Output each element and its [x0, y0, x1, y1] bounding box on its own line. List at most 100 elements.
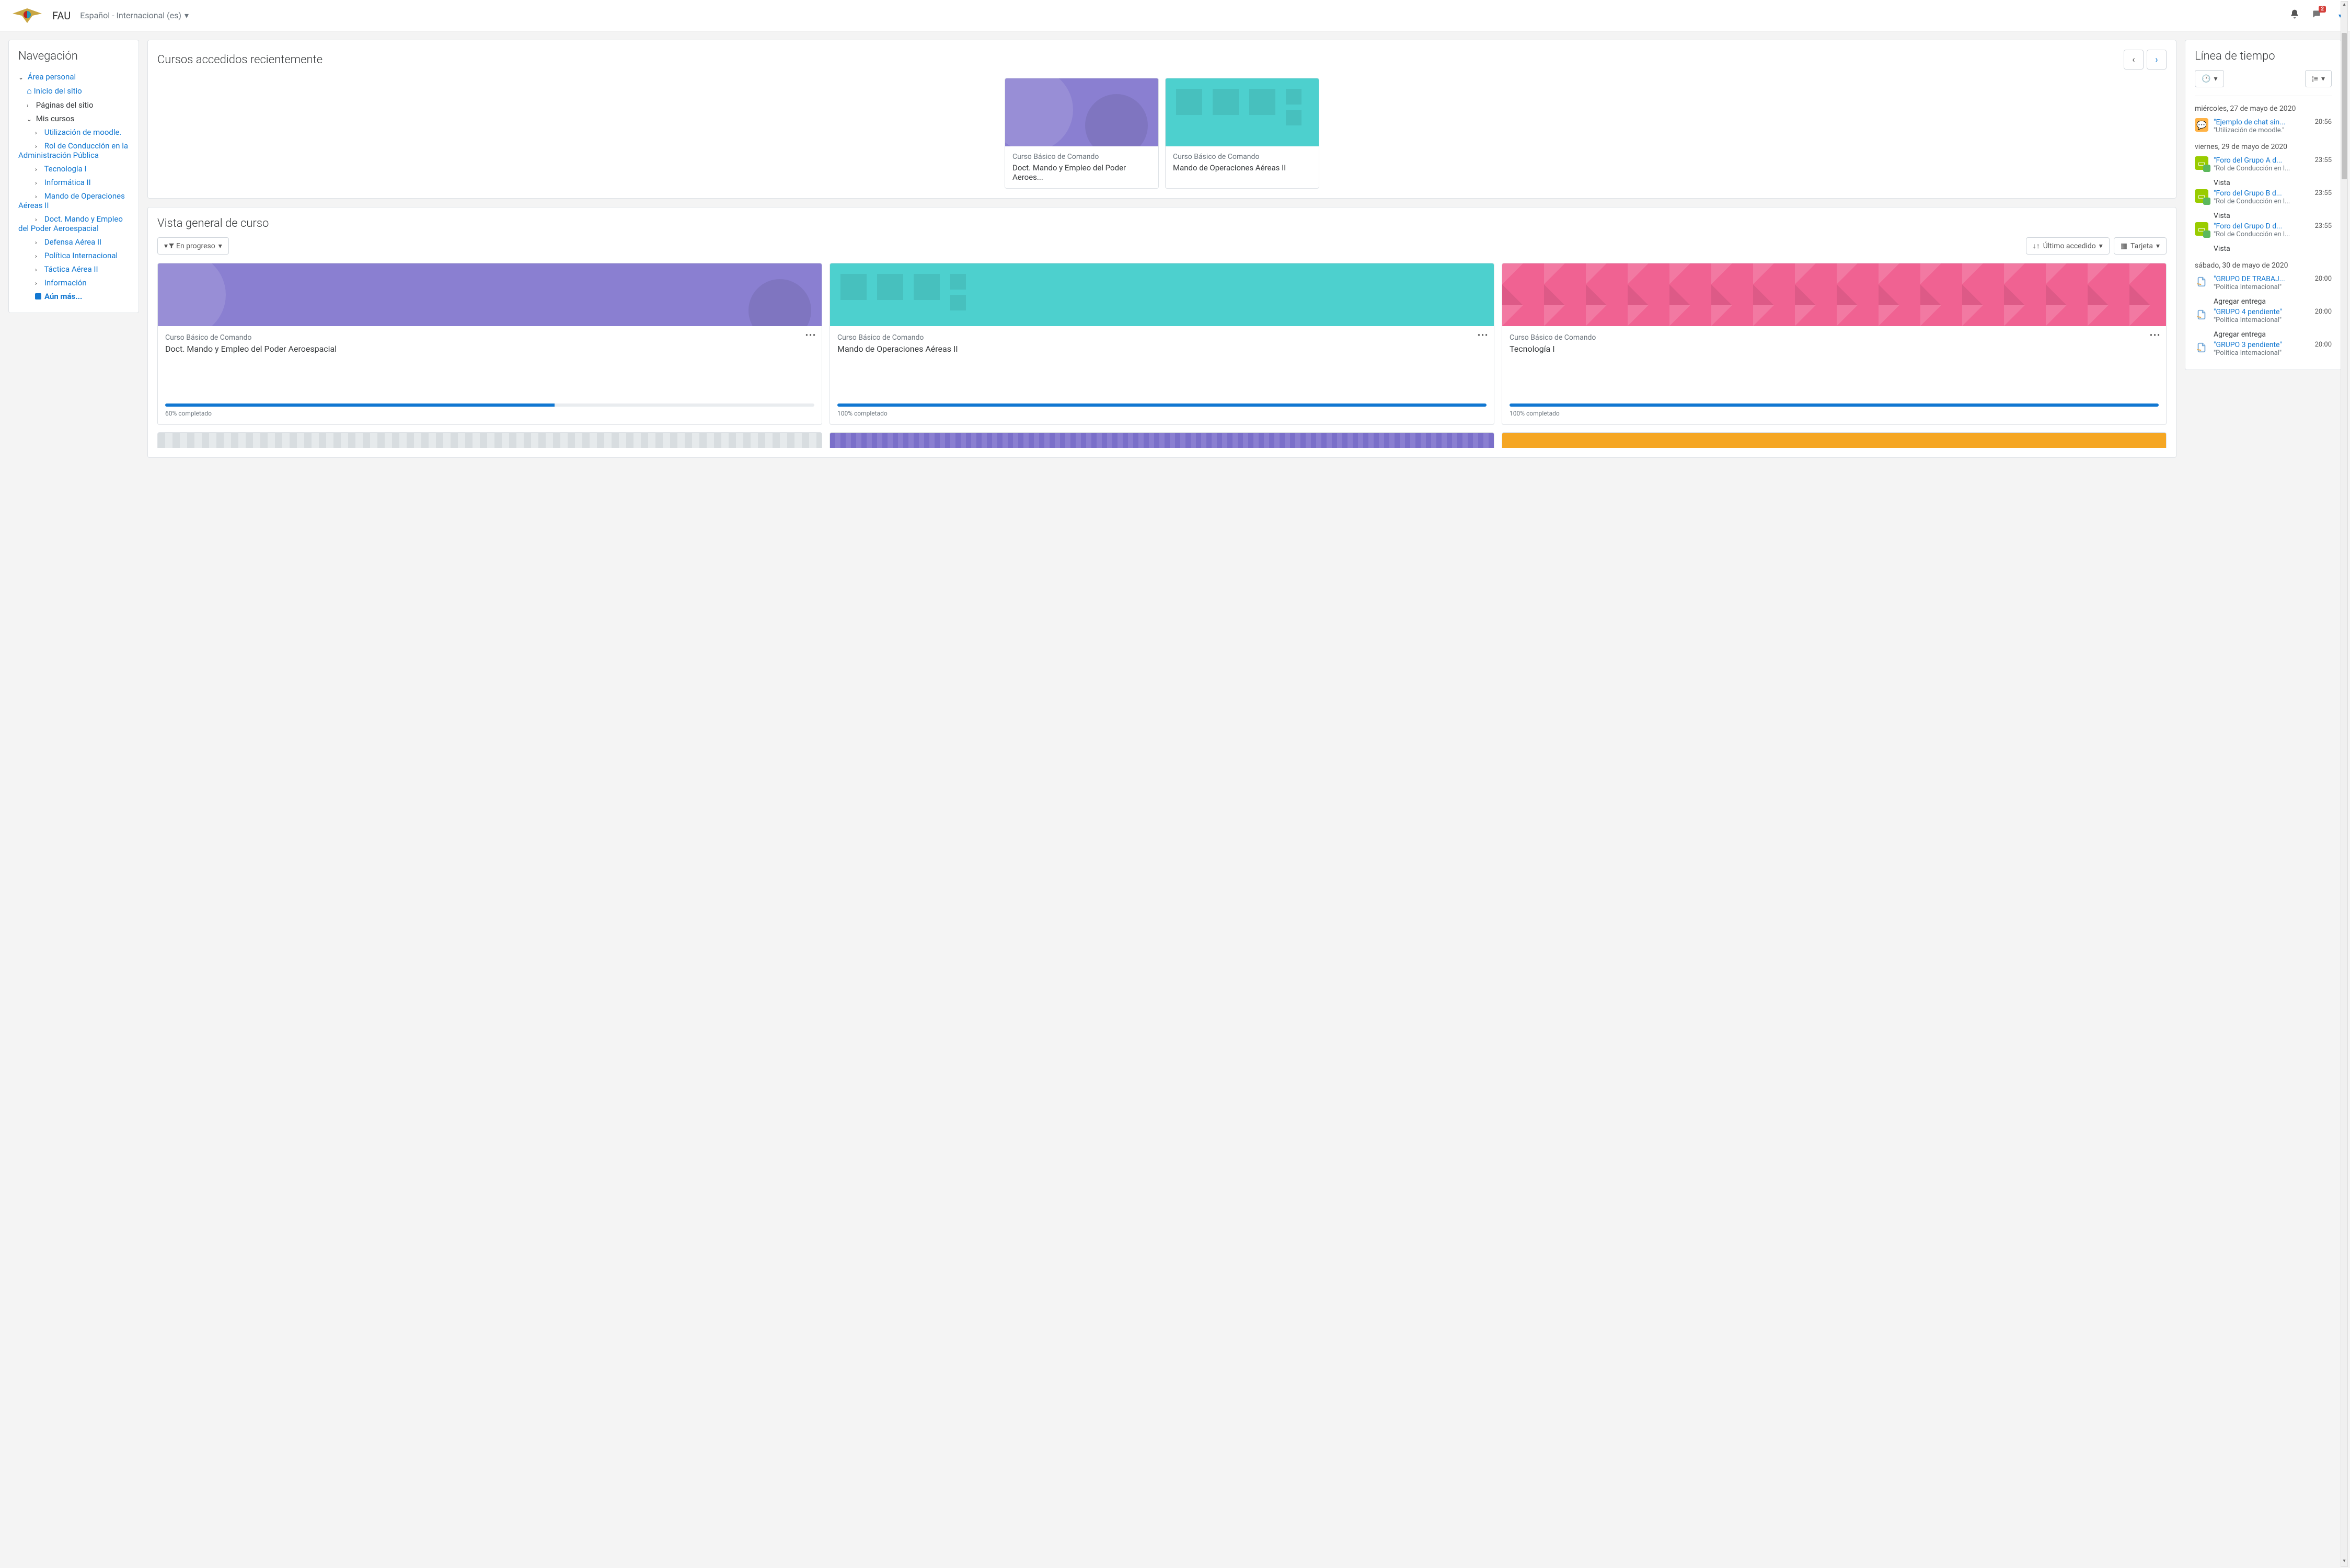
caret-icon[interactable]: [35, 266, 42, 273]
main-column: Cursos accedidos recientemente ‹ › Curso…: [147, 40, 2176, 458]
timeline-item[interactable]: "GRUPO 4 pendiente" "Política Internacio…: [2195, 307, 2332, 325]
timeline-link[interactable]: "GRUPO DE TRABAJ...: [2214, 275, 2310, 283]
nav-aun-mas[interactable]: Aún más...: [44, 292, 82, 301]
timeline-time: 20:00: [2315, 308, 2332, 324]
scroll-down-icon[interactable]: ▾: [2341, 1558, 2347, 1566]
progress-bar: [165, 403, 814, 407]
home-icon: [27, 86, 34, 96]
timeline-sort-filter[interactable]: ¦≡ ▾: [2305, 70, 2332, 87]
course-thumbnail: [158, 263, 822, 326]
caret-icon[interactable]: [35, 166, 42, 173]
overview-course-card[interactable]: ••• Curso Básico de Comando Tecnología I…: [1502, 263, 2167, 425]
nav-course-link[interactable]: Táctica Aérea II: [44, 264, 98, 274]
caret-icon[interactable]: [35, 216, 42, 223]
nav-course-link[interactable]: Mando de Operaciones Aéreas II: [18, 191, 125, 210]
nav-inicio[interactable]: Inicio del sitio: [34, 86, 82, 96]
scroll-up-icon[interactable]: ▴: [2341, 2, 2347, 10]
caret-icon[interactable]: [35, 129, 42, 136]
nav-course-link[interactable]: Información: [44, 278, 87, 287]
clock-icon: 🕐: [2202, 75, 2210, 83]
caret-icon[interactable]: [27, 116, 34, 123]
timeline-course: "Utilización de moodle.": [2214, 126, 2310, 134]
timeline-item[interactable]: "GRUPO 3 pendiente" "Política Internacio…: [2195, 340, 2332, 358]
timeline-item[interactable]: ▭ "Foro del Grupo B d... "Rol de Conducc…: [2195, 188, 2332, 206]
nav-paginas[interactable]: Páginas del sitio: [36, 100, 94, 110]
caret-icon[interactable]: [27, 102, 34, 109]
course-thumbnail: [1502, 263, 2166, 326]
course-category: Curso Básico de Comando: [165, 333, 814, 342]
timeline-action[interactable]: Vista: [2195, 209, 2332, 221]
overview-course-card[interactable]: ••• Curso Básico de Comando Mando de Ope…: [830, 263, 1494, 425]
overview-filter-dropdown[interactable]: ▾ En progreso ▾: [157, 237, 229, 255]
timeline-link[interactable]: "Foro del Grupo D d...: [2214, 222, 2310, 230]
timeline-link[interactable]: "GRUPO 3 pendiente": [2214, 341, 2310, 349]
timeline-action[interactable]: Agregar entrega: [2195, 327, 2332, 340]
course-title: Doct. Mando y Empleo del Poder Aeroes...: [1012, 163, 1151, 182]
course-more-icon[interactable]: •••: [805, 331, 816, 340]
timeline-link[interactable]: "GRUPO 4 pendiente": [2214, 308, 2310, 316]
chevron-down-icon: ▾: [185, 10, 189, 20]
forum-icon: ▭: [2195, 222, 2208, 236]
nav-course-link[interactable]: Tecnología I: [44, 164, 86, 174]
chevron-down-icon: ▾: [2099, 242, 2103, 250]
timeline-time: 20:00: [2315, 341, 2332, 357]
recent-course-card[interactable]: Curso Básico de Comando Doct. Mando y Em…: [1005, 78, 1159, 189]
course-more-icon[interactable]: •••: [2150, 331, 2161, 340]
timeline-course: "Política Internacional": [2214, 283, 2310, 291]
course-card-peek[interactable]: [1502, 432, 2167, 448]
timeline-item[interactable]: ▭ "Foro del Grupo A d... "Rol de Conducc…: [2195, 155, 2332, 174]
nav-course-link[interactable]: Defensa Aérea II: [44, 237, 101, 247]
caret-icon[interactable]: [35, 143, 42, 150]
assignment-icon: [2195, 341, 2208, 354]
timeline-link[interactable]: "Ejemplo de chat sin...: [2214, 118, 2310, 126]
sort-label: Último accedido: [2043, 242, 2096, 250]
nav-course-link[interactable]: Doct. Mando y Empleo del Poder Aeroespac…: [18, 214, 123, 233]
timeline-item[interactable]: "GRUPO DE TRABAJ... "Política Internacio…: [2195, 274, 2332, 292]
course-title: Doct. Mando y Empleo del Poder Aeroespac…: [165, 344, 814, 354]
recent-courses-block: Cursos accedidos recientemente ‹ › Curso…: [147, 40, 2176, 199]
timeline-course: "Política Internacional": [2214, 316, 2310, 324]
timeline-time: 20:00: [2315, 275, 2332, 291]
overview-sort-dropdown[interactable]: ↓↑ Último accedido ▾: [2026, 237, 2110, 255]
scroll-thumb[interactable]: [2342, 33, 2347, 179]
messages-icon[interactable]: 2: [2311, 9, 2322, 22]
nav-course-link[interactable]: Política Internacional: [44, 251, 118, 260]
language-selector[interactable]: Español - Internacional (es) ▾: [80, 10, 189, 20]
nav-course-link[interactable]: Informática II: [44, 178, 91, 187]
overview-view-dropdown[interactable]: ▦ Tarjeta ▾: [2114, 237, 2167, 255]
course-category: Curso Básico de Comando: [1012, 153, 1151, 161]
caret-icon[interactable]: [35, 239, 42, 246]
caret-icon[interactable]: [35, 280, 42, 287]
sort-icon: ↓↑: [2033, 241, 2040, 250]
chat-icon: 💬: [2195, 118, 2208, 132]
bell-icon[interactable]: [2289, 9, 2300, 22]
timeline-time-filter[interactable]: 🕐 ▾: [2195, 70, 2224, 87]
timeline-action[interactable]: Agregar entrega: [2195, 294, 2332, 307]
nav-area-personal[interactable]: Área personal: [28, 72, 76, 82]
recent-course-card[interactable]: Curso Básico de Comando Mando de Operaci…: [1165, 78, 1319, 189]
timeline-item[interactable]: 💬 "Ejemplo de chat sin... "Utilización d…: [2195, 117, 2332, 135]
caret-icon[interactable]: [18, 74, 26, 81]
course-card-peek[interactable]: [830, 432, 1494, 448]
timeline-item[interactable]: ▭ "Foro del Grupo D d... "Rol de Conducc…: [2195, 221, 2332, 239]
nav-course-link[interactable]: Utilización de moodle.: [44, 128, 122, 137]
course-thumbnail: [1005, 78, 1158, 146]
brand-area[interactable]: FAU: [8, 6, 71, 25]
course-more-icon[interactable]: •••: [1478, 331, 1489, 340]
timeline-action[interactable]: Vista: [2195, 241, 2332, 254]
recent-prev-button[interactable]: ‹: [2124, 50, 2144, 70]
overview-course-card[interactable]: ••• Curso Básico de Comando Doct. Mando …: [157, 263, 822, 425]
scrollbar[interactable]: ▴ ▾: [2341, 1, 2348, 1567]
navigation-block: Navegación Área personalInicio del sitio…: [8, 40, 139, 313]
brand-text[interactable]: FAU: [52, 9, 71, 22]
timeline-date: sábado, 30 de mayo de 2020: [2195, 261, 2332, 270]
caret-icon[interactable]: [35, 193, 42, 200]
caret-icon[interactable]: [35, 252, 42, 260]
timeline-link[interactable]: "Foro del Grupo B d...: [2214, 189, 2310, 198]
nav-mis-cursos[interactable]: Mis cursos: [36, 114, 74, 123]
timeline-link[interactable]: "Foro del Grupo A d...: [2214, 156, 2310, 165]
caret-icon[interactable]: [35, 179, 42, 187]
timeline-action[interactable]: Vista: [2195, 176, 2332, 188]
course-card-peek[interactable]: [157, 432, 822, 448]
recent-next-button[interactable]: ›: [2147, 50, 2167, 70]
